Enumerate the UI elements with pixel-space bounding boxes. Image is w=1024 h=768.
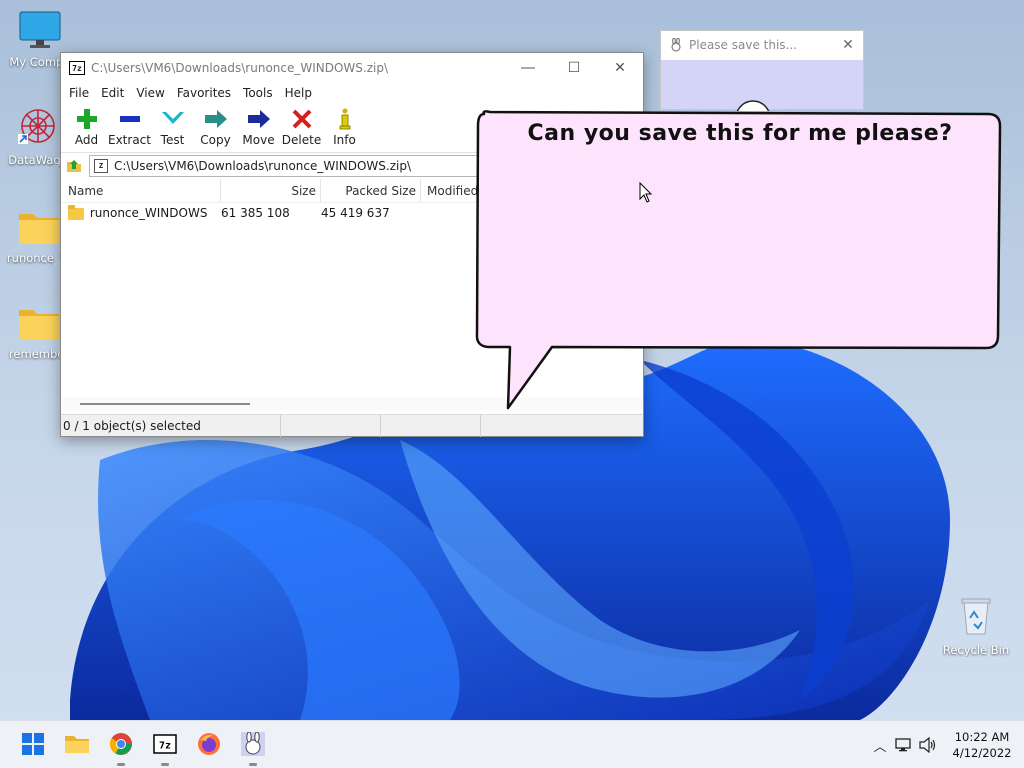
start-button[interactable] (19, 731, 47, 759)
bunny-icon (241, 731, 265, 759)
desktop-icon-label: Recycle Bin (942, 643, 1010, 657)
column-packed-size[interactable]: Packed Size (321, 178, 421, 203)
menu-file[interactable]: File (63, 86, 95, 100)
checkmark-icon (161, 107, 185, 131)
dialog-close-button[interactable]: ✕ (833, 37, 863, 53)
column-size[interactable]: Size (221, 178, 321, 203)
taskbar-chrome[interactable] (107, 731, 135, 766)
test-label: Test (160, 133, 185, 147)
volume-icon[interactable] (916, 733, 940, 757)
speech-bubble (470, 108, 1005, 413)
address-field[interactable]: Z C:\Users\VM6\Downloads\runonce_WINDOWS… (89, 155, 499, 177)
taskbar-clock[interactable]: 10:22 AM 4/12/2022 (940, 729, 1024, 761)
chevron-up-icon[interactable]: ︿ (868, 733, 892, 757)
add-button[interactable]: Add (65, 103, 108, 147)
info-label: Info (333, 133, 356, 147)
column-name[interactable]: Name (61, 178, 221, 203)
sevenzip-icon: 7z (153, 733, 177, 757)
info-button[interactable]: Info (323, 103, 366, 147)
delete-label: Delete (281, 133, 322, 147)
system-tray: ︿ 10:22 AM 4/12/2022 (868, 721, 1024, 768)
move-label: Move (242, 133, 275, 147)
list-item-name: runonce_WINDOWS (89, 206, 208, 220)
sevenzip-app-icon: 7z (69, 61, 85, 75)
please-save-dialog[interactable]: Please save this... ✕ (660, 30, 864, 136)
move-arrow-icon (247, 107, 271, 131)
taskbar-firefox[interactable] (195, 731, 223, 759)
dialog-titlebar[interactable]: Please save this... ✕ (661, 31, 863, 59)
desktop-icon-recycle-bin[interactable]: Recycle Bin (936, 594, 1016, 657)
window-title: C:\Users\VM6\Downloads\runonce_WINDOWS.z… (91, 61, 389, 75)
chrome-icon (109, 732, 133, 759)
up-folder-icon[interactable] (65, 156, 83, 177)
running-indicator (161, 763, 169, 766)
menu-favorites[interactable]: Favorites (171, 86, 237, 100)
maximize-button[interactable]: ☐ (551, 53, 597, 83)
info-icon (337, 107, 353, 131)
list-item-name-cell: runonce_WINDOWS (61, 204, 221, 220)
folder-icon (68, 204, 84, 220)
firefox-icon (197, 732, 221, 759)
copy-arrow-icon (204, 107, 228, 131)
dialog-character-icon (735, 100, 771, 136)
delete-button[interactable]: Delete (280, 103, 323, 147)
speech-bubble-text: Can you save this for me please? (527, 121, 953, 146)
monitor-icon (0, 10, 80, 53)
close-button[interactable]: ✕ (597, 53, 643, 83)
copy-label: Copy (200, 133, 231, 147)
minus-icon (119, 107, 141, 131)
taskbar-7zip[interactable]: 7z (151, 731, 179, 766)
taskbar-bunny-app[interactable] (239, 731, 267, 766)
bunny-icon (669, 37, 683, 52)
status-bar: 0 / 1 object(s) selected (61, 414, 643, 437)
svg-text:7z: 7z (159, 740, 171, 751)
plus-icon (76, 107, 98, 131)
windows-logo-icon (21, 732, 45, 759)
move-button[interactable]: Move (237, 103, 280, 147)
list-item-size: 61 385 108 (221, 206, 290, 220)
taskbar-file-explorer[interactable] (63, 731, 91, 759)
menu-tools[interactable]: Tools (237, 86, 279, 100)
menu-bar: File Edit View Favorites Tools Help (61, 83, 643, 103)
menu-view[interactable]: View (130, 86, 170, 100)
menu-help[interactable]: Help (279, 86, 318, 100)
dialog-body (661, 60, 863, 136)
status-segment (381, 414, 481, 437)
network-icon[interactable] (892, 733, 916, 757)
list-item-packed-size: 45 419 637 (321, 206, 390, 220)
taskbar: 7z ︿ 10:22 AM 4/12/2022 (0, 720, 1024, 768)
scrollbar-thumb[interactable] (80, 403, 250, 405)
running-indicator (249, 763, 257, 766)
status-segment (281, 414, 381, 437)
minimize-button[interactable]: ― (505, 53, 551, 83)
test-button[interactable]: Test (151, 103, 194, 147)
add-label: Add (74, 133, 99, 147)
folder-icon (64, 733, 90, 758)
address-text: C:\Users\VM6\Downloads\runonce_WINDOWS.z… (114, 159, 412, 173)
recycle-bin-icon (936, 594, 1016, 641)
dialog-title: Please save this... (689, 38, 797, 52)
extract-label: Extract (108, 133, 151, 147)
clock-time: 10:22 AM (954, 730, 1010, 744)
window-titlebar[interactable]: 7z C:\Users\VM6\Downloads\runonce_WINDOW… (61, 53, 643, 83)
menu-edit[interactable]: Edit (95, 86, 130, 100)
status-text: 0 / 1 object(s) selected (61, 414, 281, 437)
clock-date: 4/12/2022 (952, 746, 1012, 760)
zip-archive-icon: Z (94, 159, 108, 173)
extract-button[interactable]: Extract (108, 103, 151, 147)
copy-button[interactable]: Copy (194, 103, 237, 147)
running-indicator (117, 763, 125, 766)
mouse-cursor-icon (639, 181, 653, 207)
delete-x-icon (291, 107, 313, 131)
